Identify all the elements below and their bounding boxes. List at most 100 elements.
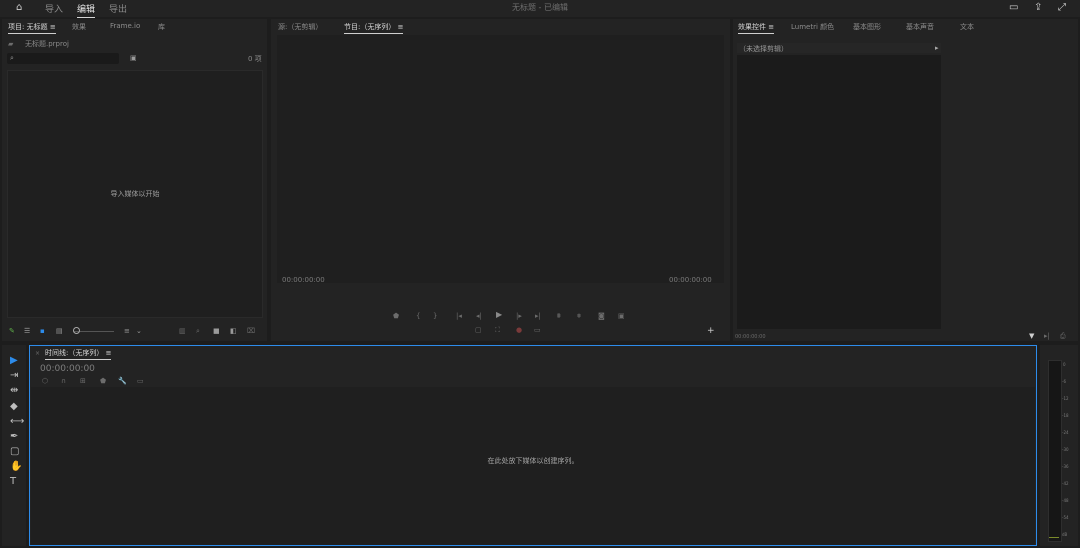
step-back-icon[interactable]: ◂|: [476, 312, 482, 320]
project-file-name: 无标题.prproj: [25, 40, 69, 48]
go-to-in-icon[interactable]: |◂: [456, 312, 462, 320]
mark-in-icon[interactable]: {: [416, 312, 420, 320]
search-input[interactable]: [21, 53, 117, 64]
project-media-area[interactable]: 导入媒体以开始: [7, 70, 263, 318]
timeline-empty-message: 在此处放下媒体以创建序列。: [487, 457, 579, 465]
tab-timeline[interactable]: 时间线:（无序列） ≡: [45, 348, 112, 360]
pen-tool-icon[interactable]: ✒: [10, 431, 18, 443]
icon-view-icon[interactable]: ▪: [40, 327, 45, 335]
tab-effect-controls[interactable]: 效果控件 ≡: [738, 22, 775, 34]
tab-text[interactable]: 文本: [960, 22, 974, 32]
timeline-drop-area[interactable]: 在此处放下媒体以创建序列。: [31, 387, 1035, 545]
rectangle-tool-icon[interactable]: ▢: [10, 446, 19, 458]
timeline-panel: × 时间线:（无序列） ≡ 00:00:00:00 ⬡ ∩ ⊞ ⬟ 🔧 ▭ 在此…: [29, 345, 1037, 546]
ripple-edit-tool-icon[interactable]: ⇹: [10, 385, 18, 397]
no-clip-row: （未选择剪辑） ▸: [737, 43, 941, 53]
multi-camera-icon[interactable]: ▭: [534, 326, 541, 334]
hand-tool-icon[interactable]: ✋: [10, 461, 22, 473]
zoom-slider[interactable]: [74, 331, 114, 332]
tab-frameio[interactable]: Frame.io: [110, 22, 140, 30]
captions-icon[interactable]: ▭: [137, 377, 144, 385]
project-panel: 项目: 无标题 ≡ 效果 Frame.io 库 ▰ 无标题.prproj ⌕ ▣…: [2, 19, 267, 341]
tab-essential-sound[interactable]: 基本声音: [906, 22, 934, 32]
tab-lumetri-color[interactable]: Lumetri 颜色: [791, 22, 834, 32]
effect-controls-panel: 效果控件 ≡ Lumetri 颜色 基本图形 基本声音 文本 （未选择剪辑） ▸…: [733, 19, 1078, 341]
no-clip-label: （未选择剪辑）: [739, 45, 788, 53]
tab-program[interactable]: 节目:（无序列） ≡: [344, 22, 404, 34]
meter-label: dB: [1062, 532, 1068, 537]
close-icon[interactable]: ×: [35, 350, 40, 358]
selection-tool-icon[interactable]: ▶: [10, 355, 18, 367]
snap-icon[interactable]: ∩: [61, 377, 66, 385]
vr-video-icon[interactable]: ⛶: [495, 326, 500, 334]
tab-effects[interactable]: 效果: [72, 22, 86, 32]
track-select-tool-icon[interactable]: ⇥: [10, 370, 18, 382]
meter-label: -36: [1062, 464, 1069, 469]
meter-label: -6: [1062, 379, 1066, 384]
step-forward-icon[interactable]: |▸: [516, 312, 522, 320]
trash-icon[interactable]: ⌧: [247, 327, 255, 335]
list-view-icon[interactable]: ☰: [24, 327, 30, 335]
play-icon[interactable]: ▶: [496, 311, 502, 319]
export-icon[interactable]: ⎙: [1060, 332, 1066, 340]
new-item-icon[interactable]: ◧: [230, 327, 237, 335]
meter-label: -12: [1062, 396, 1069, 401]
meter-label: -30: [1062, 447, 1069, 452]
timeline-timecode[interactable]: 00:00:00:00: [40, 364, 95, 374]
type-tool-icon[interactable]: T: [10, 476, 16, 488]
export-frame-icon[interactable]: ◙: [598, 312, 605, 320]
window-title: 无标题 - 已编辑: [512, 3, 568, 12]
tab-library[interactable]: 库: [158, 22, 165, 32]
new-bin-icon[interactable]: ▣: [130, 54, 137, 62]
play-only-audio-icon[interactable]: ▸|: [1044, 332, 1050, 340]
folder-icon: ▰: [8, 40, 14, 48]
item-count: 0 项: [248, 55, 262, 63]
timeline-marker-icon[interactable]: ⬟: [100, 377, 106, 385]
nest-icon[interactable]: ⬡: [42, 377, 48, 385]
find-icon[interactable]: ⌕: [196, 327, 200, 335]
filter-icon[interactable]: ▼: [1029, 332, 1034, 340]
extract-icon[interactable]: ⩨: [577, 312, 581, 320]
chevron-right-icon[interactable]: ▸: [935, 44, 939, 52]
program-monitor-view[interactable]: [277, 35, 724, 283]
meter-label: -24: [1062, 430, 1069, 435]
add-button-icon[interactable]: +: [707, 327, 715, 336]
tools-panel: ▶ ⇥ ⇹ ◆ ⟷ ✒ ▢ ✋ T: [2, 345, 26, 546]
search-icon: ⌕: [10, 54, 14, 62]
effect-controls-timeline-area[interactable]: [737, 55, 941, 329]
pencil-icon[interactable]: ✎: [9, 327, 15, 335]
panel-layout-icon[interactable]: ▭: [1009, 2, 1018, 14]
zoom-slider-handle[interactable]: [73, 327, 80, 334]
lift-icon[interactable]: ⩩: [557, 312, 561, 320]
go-to-out-icon[interactable]: ▸|: [535, 312, 541, 320]
meter-label: -54: [1062, 515, 1069, 520]
comparison-view-icon[interactable]: ▣: [618, 312, 625, 320]
safe-margins-icon[interactable]: ▢: [475, 326, 482, 334]
meter-label: 0: [1063, 362, 1066, 367]
chevron-down-icon[interactable]: ⌄: [136, 327, 142, 335]
mark-out-icon[interactable]: }: [433, 312, 437, 320]
share-icon[interactable]: ⇪: [1034, 2, 1042, 14]
new-bin-bottom-icon[interactable]: ■: [213, 327, 220, 335]
add-marker-icon[interactable]: ⬟: [393, 312, 399, 320]
fullscreen-icon[interactable]: ⤢: [1058, 2, 1066, 14]
linked-selection-icon[interactable]: ⊞: [80, 377, 86, 385]
tab-project[interactable]: 项目: 无标题 ≡: [8, 22, 56, 34]
razor-tool-icon[interactable]: ◆: [10, 401, 18, 413]
search-field[interactable]: ⌕: [7, 53, 119, 64]
record-icon[interactable]: ●: [516, 326, 522, 334]
sort-icon[interactable]: ≡: [124, 327, 130, 335]
effect-controls-timecode: 00:00:00:00: [735, 334, 766, 340]
program-timecode-right: 00:00:00:00: [669, 276, 712, 284]
freeform-view-icon[interactable]: ▤: [56, 327, 63, 335]
wrench-icon[interactable]: 🔧: [118, 377, 127, 385]
tab-essential-graphics[interactable]: 基本图形: [853, 22, 881, 32]
audio-meter-bar: [1048, 360, 1062, 542]
top-bar: ⌂ 导入 编辑 导出 无标题 - 已编辑 ▭ ⇪ ⤢: [0, 0, 1080, 18]
meter-label: -18: [1062, 413, 1069, 418]
program-timecode-left[interactable]: 00:00:00:00: [282, 276, 325, 284]
tab-source[interactable]: 源:（无剪辑）: [278, 22, 322, 32]
meter-label: -42: [1062, 481, 1069, 486]
slip-tool-icon[interactable]: ⟷: [10, 416, 24, 428]
automate-icon[interactable]: ▥: [179, 327, 186, 335]
